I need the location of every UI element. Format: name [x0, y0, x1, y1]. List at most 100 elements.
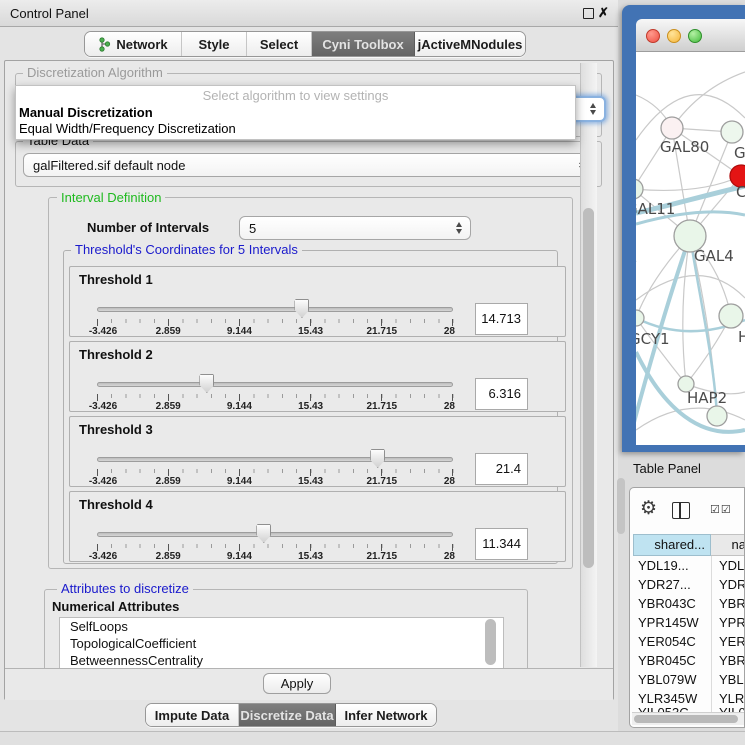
- cyni-toolbox-panel: Discretization Algorithm Select algorith…: [4, 60, 614, 700]
- node-label-partial-c: C: [736, 183, 745, 201]
- tab-style[interactable]: Style: [182, 32, 247, 56]
- dropdown-prompt: Select algorithm to view settings: [16, 88, 575, 103]
- number-of-intervals-label: Number of Intervals: [87, 220, 209, 235]
- node-label-gal4: GAL4: [694, 247, 734, 265]
- table-horizontal-scrollbar[interactable]: [632, 712, 744, 725]
- tab-discretize-data[interactable]: Discretize Data: [239, 704, 336, 726]
- combo-stepper-icon: [452, 222, 466, 234]
- tab-network-label: Network: [116, 37, 167, 52]
- table-data-combobox[interactable]: galFiltered.sif default node: [23, 153, 594, 177]
- scroll-viewport: Discretization Algorithm Select algorith…: [6, 62, 612, 669]
- table-row[interactable]: YBR045CYBR0: [633, 651, 745, 670]
- table-header-row: shared... na: [633, 534, 745, 556]
- tab-network[interactable]: Network: [85, 32, 182, 56]
- slider-knob[interactable]: [199, 374, 214, 393]
- screen: Control Panel ✗ Network Style Select Cyn…: [0, 0, 745, 745]
- threshold-2-value-field[interactable]: 6.316: [475, 378, 528, 410]
- tab-cyni-toolbox[interactable]: Cyni Toolbox: [312, 32, 415, 56]
- table-row[interactable]: YDR27...YDR2: [633, 575, 745, 594]
- table-data-combobox-value: galFiltered.sif default node: [24, 158, 575, 173]
- node-label-hap2: HAP2: [687, 389, 727, 407]
- interval-definition-group-title: Interval Definition: [57, 190, 165, 205]
- slider-knob[interactable]: [256, 524, 271, 543]
- table-row[interactable]: YPR145WYPR1: [633, 613, 745, 632]
- node-gal80[interactable]: [661, 117, 683, 139]
- numerical-attributes-label: Numerical Attributes: [49, 599, 182, 614]
- table-row[interactable]: YBL079WYBL0: [633, 670, 745, 689]
- slider-track[interactable]: [97, 457, 453, 462]
- network-icon: [98, 37, 111, 52]
- combo-stepper-icon: [586, 103, 600, 115]
- gear-icon[interactable]: ⚙: [640, 497, 657, 520]
- node[interactable]: [719, 304, 743, 328]
- table-row[interactable]: YDL19...YDL1: [633, 556, 745, 575]
- tab-select[interactable]: Select: [247, 32, 312, 56]
- threshold-1-value-field[interactable]: 14.713: [475, 303, 528, 335]
- slider-minor-ticks: [97, 394, 454, 398]
- tab-impute-data[interactable]: Impute Data: [146, 704, 239, 726]
- column-layout-icon[interactable]: [672, 502, 690, 519]
- slider-knob[interactable]: [294, 299, 309, 318]
- threshold-1-slider: -3.426 2.859 9.144 15.43 21.715 28: [97, 267, 453, 338]
- slider-track[interactable]: [97, 382, 453, 387]
- threshold-4-slider: -3.426 2.859 9.144 15.43 21.715 28: [97, 492, 453, 563]
- slider-tick-labels: -3.426 2.859 9.144 15.43 21.715 28: [97, 326, 453, 337]
- table-horizontal-scrollbar-thumb[interactable]: [634, 715, 738, 723]
- slider-tick-labels: -3.426 2.859 9.144 15.43 21.715 28: [97, 551, 453, 562]
- network-canvas[interactable]: GAL80 G C GAL11 GAL4 GCY1 H HAP2: [636, 52, 745, 445]
- threshold-4-value-field[interactable]: 11.344: [475, 528, 528, 560]
- close-icon[interactable]: ✗: [598, 5, 609, 21]
- tab-discretize-data-label: Discretize Data: [240, 708, 333, 723]
- list-item[interactable]: BetweennessCentrality: [60, 652, 503, 669]
- panel-bottom-bar: Apply: [5, 668, 613, 700]
- slider-minor-ticks: [97, 319, 454, 323]
- zoom-traffic-light-icon[interactable]: [688, 29, 702, 43]
- panel-scrollbar-thumb[interactable]: [583, 208, 594, 568]
- panel-scrollbar-track[interactable]: [580, 63, 597, 667]
- slider-minor-ticks: [97, 544, 454, 548]
- cyni-mode-tabs: Impute Data Discretize Data Infer Networ…: [145, 703, 437, 727]
- table-row[interactable]: YER054CYER0: [633, 632, 745, 651]
- list-item[interactable]: SelfLoops: [60, 618, 503, 635]
- node[interactable]: [721, 121, 743, 143]
- select-columns-icon[interactable]: ☑☑: [710, 503, 732, 516]
- tab-jactivemnodules-label: jActiveMNodules: [418, 37, 523, 52]
- numerical-attributes-list[interactable]: SelfLoops TopologicalCoefficient Between…: [59, 617, 504, 669]
- float-window-icon[interactable]: [583, 8, 594, 19]
- tab-jactivemnodules[interactable]: jActiveMNodules: [415, 32, 525, 56]
- control-panel-title: Control Panel: [10, 6, 89, 21]
- node-label-gcy1: GCY1: [636, 330, 670, 348]
- list-item[interactable]: TopologicalCoefficient: [60, 635, 503, 652]
- control-panel-titlebar: Control Panel ✗: [0, 0, 618, 27]
- node-gcy1[interactable]: [636, 310, 644, 326]
- dropdown-option-equal-width-frequency[interactable]: Equal Width/Frequency Discretization: [19, 121, 236, 136]
- threshold-3-slider: -3.426 2.859 9.144 15.43 21.715 28: [97, 417, 453, 488]
- table-row[interactable]: YBR043CYBR0: [633, 594, 745, 613]
- control-panel-tabs: Network Style Select Cyni Toolbox jActiv…: [84, 31, 526, 57]
- node-label-partial-h: H: [738, 328, 745, 346]
- tab-infer-network[interactable]: Infer Network: [336, 704, 436, 726]
- slider-minor-ticks: [97, 469, 454, 473]
- close-traffic-light-icon[interactable]: [646, 29, 660, 43]
- column-header-shared-name[interactable]: shared...: [633, 534, 711, 556]
- number-of-intervals-combobox[interactable]: 5: [239, 216, 471, 240]
- slider-tick-labels: -3.426 2.859 9.144 15.43 21.715 28: [97, 476, 453, 487]
- attributes-list-scrollbar[interactable]: [485, 619, 496, 665]
- discretization-algorithm-group-title: Discretization Algorithm: [23, 65, 167, 80]
- minimize-traffic-light-icon[interactable]: [667, 29, 681, 43]
- node-label-partial-g: G: [734, 144, 745, 162]
- dropdown-option-manual-discretization[interactable]: Manual Discretization: [19, 105, 153, 120]
- column-header-name[interactable]: na: [711, 534, 745, 556]
- attributes-group-title: Attributes to discretize: [57, 581, 193, 596]
- threshold-2-slider: -3.426 2.859 9.144 15.43 21.715 28: [97, 342, 453, 413]
- slider-track[interactable]: [97, 532, 453, 537]
- slider-knob[interactable]: [370, 449, 385, 468]
- tab-select-label: Select: [260, 37, 298, 52]
- apply-button[interactable]: Apply: [263, 673, 331, 694]
- slider-track[interactable]: [97, 307, 453, 312]
- threshold-2-row: Threshold 2 -3.426 2.859 9.144 15.43: [69, 341, 566, 412]
- node[interactable]: [707, 406, 727, 426]
- table-panel-scrollbar-thumb[interactable]: [617, 478, 625, 534]
- threshold-3-value-field[interactable]: 21.4: [475, 453, 528, 485]
- algorithm-dropdown-popup: Select algorithm to view settings Manual…: [15, 85, 576, 140]
